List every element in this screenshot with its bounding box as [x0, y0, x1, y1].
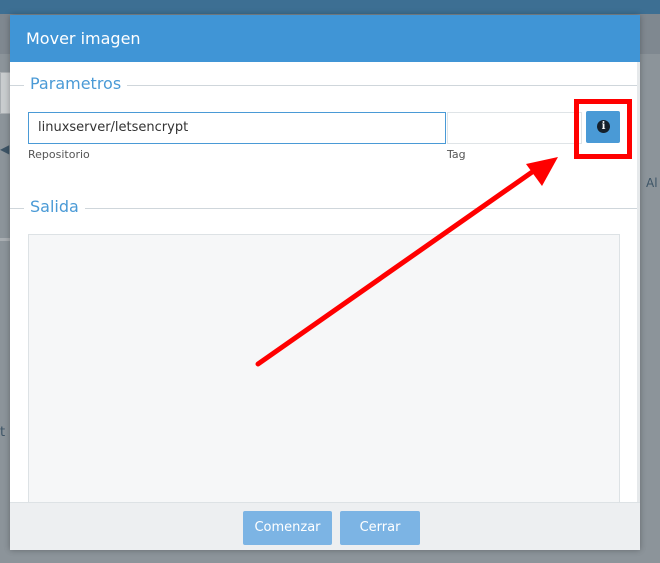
annotation-arrow-icon: [255, 157, 558, 367]
